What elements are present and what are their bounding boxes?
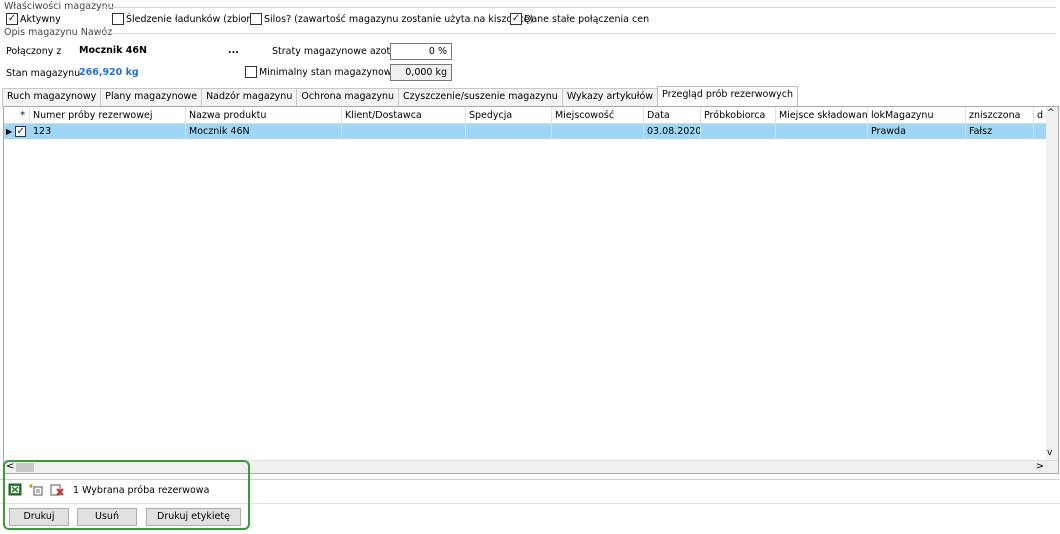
tracking-checkbox[interactable]: Śledzenie ładunków (zbiory) xyxy=(112,13,260,25)
header-forwarding[interactable]: Spedycja xyxy=(466,107,552,124)
header-warehouse-location[interactable]: lokMagazynu xyxy=(868,107,966,124)
silo-checkbox-label: Silos? (zawartość magazynu zostanie użyt… xyxy=(264,13,534,25)
min-stock-checkbox-label: Minimalny stan magazynowy xyxy=(259,66,398,78)
row-checkbox[interactable] xyxy=(15,126,27,137)
tab-cleaning-drying[interactable]: Czyszczenie/suszenie magazynu xyxy=(398,88,563,106)
header-storage-place[interactable]: Miejsce składowania xyxy=(776,107,868,124)
tab-article-lists[interactable]: Wykazy artykułów xyxy=(561,88,659,106)
row-pointer-icon: ▶ xyxy=(6,127,13,136)
cell-locality xyxy=(552,124,644,139)
cell-product-name: Mocznik 46N xyxy=(186,124,342,139)
header-locality[interactable]: Miejscowość xyxy=(552,107,644,124)
tab-stock-supervision[interactable]: Nadzór magazynu xyxy=(201,88,298,106)
loss-field[interactable]: 0 % xyxy=(390,43,452,60)
min-stock-checkbox-box[interactable] xyxy=(245,66,257,78)
scroll-up-icon[interactable]: ^ xyxy=(1047,108,1055,118)
header-client-supplier[interactable]: Klient/Dostawca xyxy=(342,107,466,124)
cell-warehouse-location: Prawda xyxy=(868,124,966,139)
min-stock-field[interactable]: 0,000 kg xyxy=(390,64,452,81)
connected-ellipsis-button[interactable]: ... xyxy=(228,45,239,56)
header-star: * xyxy=(4,107,30,124)
vertical-scrollbar[interactable]: ^ v xyxy=(1046,107,1058,473)
active-checkbox[interactable]: Aktywny xyxy=(6,13,61,25)
active-checkbox-label: Aktywny xyxy=(20,13,61,25)
reserve-samples-grid[interactable]: * Numer próby rezerwowej Nazwa produktu … xyxy=(3,106,1059,474)
active-checkbox-box[interactable] xyxy=(6,13,18,25)
stock-label: Stan magazynu xyxy=(6,68,81,79)
scroll-down-icon[interactable]: v xyxy=(1047,448,1052,458)
cell-destroyed: Fałsz xyxy=(966,124,1034,139)
cell-date: 03.08.2020 xyxy=(644,124,701,139)
properties-group-title: Właściwości magazynu xyxy=(4,1,114,12)
header-date[interactable]: Data xyxy=(644,107,701,124)
price-link-checkbox-label: Dane stałe połączenia cen xyxy=(524,13,650,25)
price-link-checkbox[interactable]: Dane stałe połączenia cen xyxy=(510,13,649,25)
header-sampler[interactable]: Próbkobiorca xyxy=(701,107,776,124)
connected-label: Połączony z xyxy=(6,46,62,57)
tracking-checkbox-label: Śledzenie ładunków (zbiory) xyxy=(126,13,260,25)
header-sample-number[interactable]: Numer próby rezerwowej xyxy=(30,107,186,124)
stock-value: 266,920 kg xyxy=(79,67,139,78)
table-row[interactable]: ▶ 123 Mocznik 46N 03.08.2020 Prawda Fałs… xyxy=(4,124,1050,139)
loss-label: Straty magazynowe azotu xyxy=(272,46,397,57)
cell-forwarding xyxy=(466,124,552,139)
tab-stock-protection[interactable]: Ochrona magazynu xyxy=(296,88,400,106)
grid-header: * Numer próby rezerwowej Nazwa produktu … xyxy=(4,107,1058,124)
connected-value: Mocznik 46N xyxy=(79,45,147,56)
row-indicator: ▶ xyxy=(4,124,30,139)
tracking-checkbox-box[interactable] xyxy=(112,13,124,25)
tab-strip: Ruch magazynowy Plany magazynowe Nadzór … xyxy=(2,86,798,106)
cell-storage-place xyxy=(776,124,868,139)
cell-sampler xyxy=(701,124,776,139)
price-link-checkbox-box[interactable] xyxy=(510,13,522,25)
silo-checkbox[interactable]: Silos? (zawartość magazynu zostanie użyt… xyxy=(250,13,533,25)
cell-client-supplier xyxy=(342,124,466,139)
header-destroyed[interactable]: zniszczona xyxy=(966,107,1034,124)
min-stock-checkbox[interactable]: Minimalny stan magazynowy xyxy=(245,66,397,78)
cell-sample-number: 123 xyxy=(30,124,186,139)
tab-reserve-samples[interactable]: Przegląd prób rezerwowych xyxy=(657,86,798,106)
scroll-right-icon[interactable]: > xyxy=(1036,461,1044,473)
tab-stock-plans[interactable]: Plany magazynowe xyxy=(100,88,203,106)
tab-stock-movement[interactable]: Ruch magazynowy xyxy=(2,88,102,106)
header-product-name[interactable]: Nazwa produktu xyxy=(186,107,342,124)
description-group-title: Opis magazynu Nawóz xyxy=(4,27,113,38)
silo-checkbox-box[interactable] xyxy=(250,13,262,25)
highlight-frame xyxy=(3,460,250,530)
